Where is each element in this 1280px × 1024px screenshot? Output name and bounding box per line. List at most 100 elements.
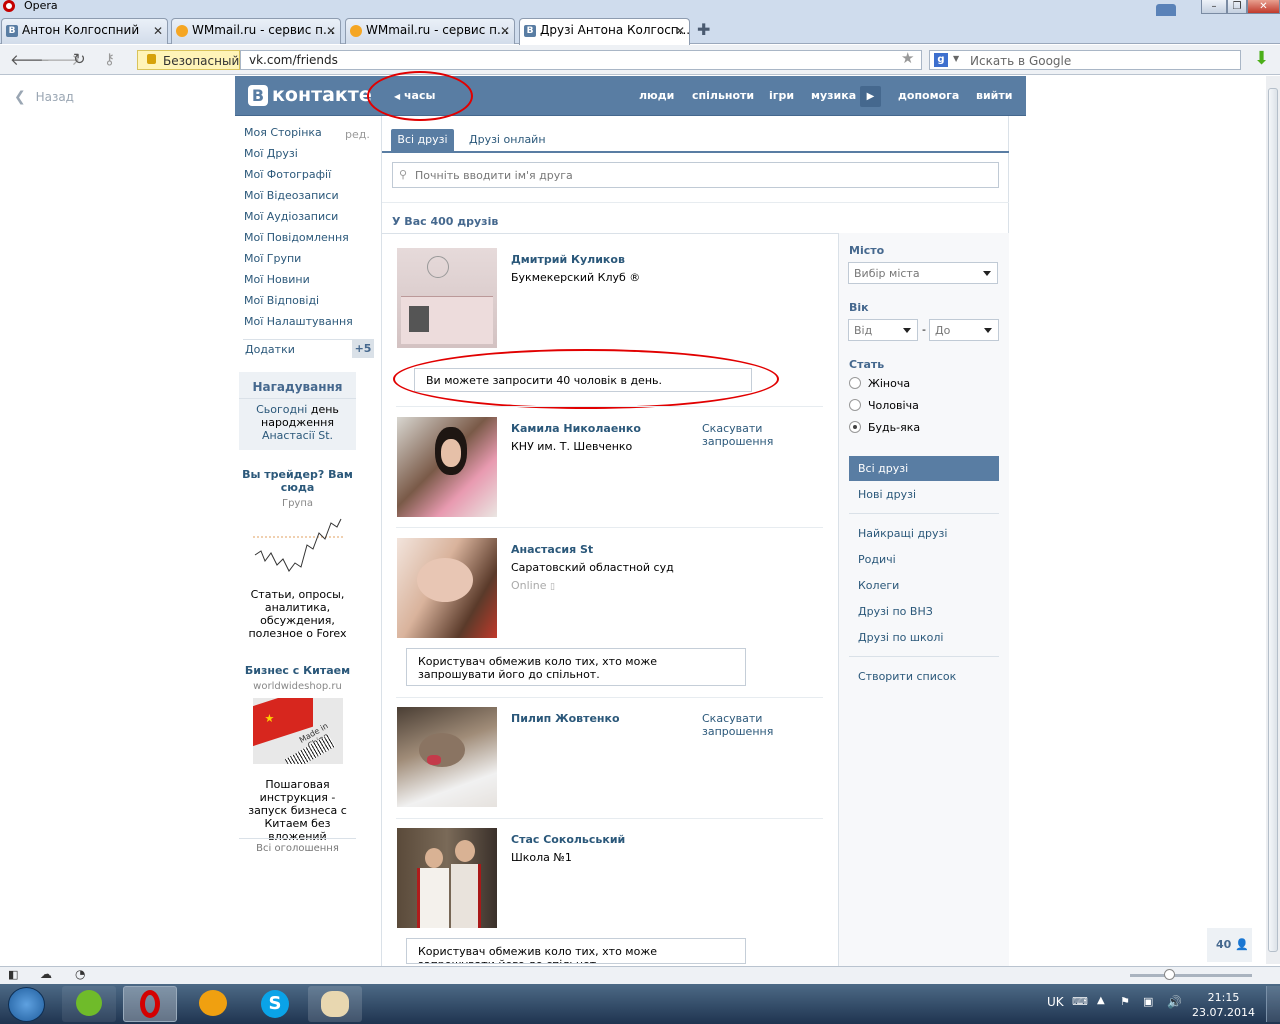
nav-help[interactable]: допомога: [898, 89, 959, 102]
friend-photo[interactable]: [397, 248, 497, 348]
tab-friends-online[interactable]: Друзі онлайн: [469, 129, 546, 151]
tab-0[interactable]: В Антон Колгоспний ✕: [1, 18, 168, 44]
menu-my-friends[interactable]: Мої Друзі: [244, 145, 374, 166]
tray-arrow-icon[interactable]: ▲: [1097, 995, 1105, 1006]
show-desktop-button[interactable]: [1266, 986, 1280, 1022]
list-best-friends[interactable]: Найкращі друзі: [858, 527, 947, 540]
nav-games[interactable]: ігри: [769, 89, 794, 102]
menu-my-answers[interactable]: Мої Відповіді: [244, 292, 374, 313]
opera-logo-icon[interactable]: [3, 0, 15, 12]
age-to-select[interactable]: До: [929, 319, 999, 341]
menu-apps[interactable]: Додатки: [245, 343, 295, 356]
keyboard-icon[interactable]: ⌨: [1072, 995, 1088, 1008]
language-indicator[interactable]: UK: [1047, 995, 1064, 1009]
skype-taskbar-button[interactable]: S: [248, 986, 302, 1022]
reminder-today-link[interactable]: Сьогодні: [256, 403, 307, 416]
close-icon[interactable]: ✕: [500, 24, 510, 38]
tab-all-friends[interactable]: Всі друзі: [391, 129, 454, 151]
close-icon[interactable]: ✕: [326, 24, 336, 38]
panel-toggle-icon[interactable]: ◧: [8, 968, 18, 981]
ad-china-image[interactable]: ★ Made in China: [252, 698, 343, 764]
edit-link[interactable]: ред.: [345, 128, 370, 141]
address-bar[interactable]: vk.com/friends: [240, 50, 922, 70]
list-university[interactable]: Друзі по ВНЗ: [858, 605, 933, 618]
network-icon[interactable]: ▣: [1143, 995, 1153, 1008]
close-window-button[interactable]: ✕: [1247, 0, 1280, 14]
cancel-invite-link[interactable]: Скасувати запрошення: [702, 712, 782, 738]
nav-more-icon[interactable]: ▶: [860, 86, 881, 107]
ad-trader[interactable]: Вы трейдер? Вам сюда Група Статьи, опрос…: [239, 468, 356, 640]
nav-logout[interactable]: вийти: [976, 89, 1012, 102]
ad-title[interactable]: Вы трейдер? Вам сюда: [239, 468, 356, 494]
friend-photo[interactable]: [397, 417, 497, 517]
utorrent-taskbar-button[interactable]: [62, 986, 116, 1022]
friend-name[interactable]: Анастасия St: [511, 543, 593, 556]
ad-china[interactable]: Бизнес с Китаем worldwideshop.ru ★ Made …: [239, 664, 356, 843]
ad-chart-image[interactable]: [252, 515, 343, 581]
friend-name[interactable]: Стас Сокольський: [511, 833, 625, 846]
friend-name[interactable]: Дмитрий Куликов: [511, 253, 625, 266]
ad-body[interactable]: Статьи, опросы, аналитика, обсуждения, п…: [239, 588, 356, 640]
minimize-button[interactable]: –: [1201, 0, 1227, 14]
close-icon[interactable]: ✕: [675, 24, 685, 38]
vk-logo-text[interactable]: контакте: [272, 84, 372, 106]
menu-my-messages[interactable]: Мої Повідомлення: [244, 229, 374, 250]
paint-taskbar-button[interactable]: [308, 986, 362, 1022]
menu-my-videos[interactable]: Мої Відеозаписи: [244, 187, 374, 208]
clock[interactable]: 21:15 23.07.2014: [1192, 990, 1255, 1020]
list-colleagues[interactable]: Колеги: [858, 579, 899, 592]
key-icon[interactable]: ⚷: [104, 50, 115, 68]
people-count-badge[interactable]: 40 👤: [1207, 928, 1252, 962]
close-icon[interactable]: ✕: [153, 24, 163, 38]
volume-icon[interactable]: 🔊: [1167, 995, 1182, 1009]
friend-photo[interactable]: [397, 828, 497, 928]
radio-male[interactable]: [849, 399, 861, 411]
list-new-friends[interactable]: Нові друзі: [858, 488, 916, 501]
friend-name[interactable]: Камила Николаенко: [511, 422, 641, 435]
radio-any[interactable]: [849, 421, 861, 433]
search-engine-dropdown-icon[interactable]: ▼: [953, 54, 959, 63]
nav-music[interactable]: музика: [811, 89, 856, 102]
cancel-invite-link[interactable]: Скасувати запрошення: [702, 422, 782, 448]
bookmark-star-icon[interactable]: ★: [901, 49, 914, 67]
restore-button[interactable]: ❐: [1227, 0, 1247, 14]
download-arrow-icon[interactable]: ⬇: [1254, 49, 1270, 69]
vk-logo-icon[interactable]: В: [248, 85, 268, 106]
age-from-select[interactable]: Від: [848, 319, 918, 341]
list-relatives[interactable]: Родичі: [858, 553, 896, 566]
create-list-link[interactable]: Створити список: [858, 670, 956, 683]
nav-people[interactable]: люди: [639, 89, 674, 102]
friend-search-input[interactable]: Почніть вводити ім'я друга: [392, 162, 999, 188]
menu-my-audio[interactable]: Мої Аудіозаписи: [244, 208, 374, 229]
zoom-slider-knob[interactable]: [1164, 969, 1175, 980]
friend-photo[interactable]: [397, 538, 497, 638]
back-link[interactable]: ❮ Назад: [14, 89, 74, 105]
opera-taskbar-button[interactable]: [123, 986, 177, 1022]
friend-photo[interactable]: [397, 707, 497, 807]
friend-name[interactable]: Пилип Жовтенко: [511, 712, 620, 725]
zoom-slider[interactable]: [1130, 974, 1252, 977]
scrollbar-thumb[interactable]: [1268, 88, 1278, 952]
radio-female[interactable]: [849, 377, 861, 389]
list-all-friends[interactable]: Всі друзі: [849, 456, 999, 481]
menu-my-photos[interactable]: Мої Фотографії: [244, 166, 374, 187]
ad-body[interactable]: Пошаговая инструкция - запуск бизнеса с …: [239, 778, 356, 843]
menu-my-news[interactable]: Мої Новини: [244, 271, 374, 292]
start-button[interactable]: [8, 987, 45, 1022]
tab-2[interactable]: WMmail.ru - сервис п... ✕: [345, 18, 515, 44]
reload-icon[interactable]: ↻: [73, 50, 86, 68]
tab-1[interactable]: WMmail.ru - сервис п... ✕: [171, 18, 341, 44]
all-ads-link[interactable]: Всі оголошення: [239, 843, 356, 854]
search-bar[interactable]: Искать в Google: [929, 50, 1241, 70]
city-select[interactable]: Вибір міста: [848, 262, 998, 284]
cloud-icon[interactable]: ☁: [40, 967, 52, 981]
list-school[interactable]: Друзі по школі: [858, 631, 943, 644]
nav-communities[interactable]: спільноти: [692, 89, 754, 102]
reminder-person-link[interactable]: Анастасії St.: [262, 429, 333, 442]
aimp-taskbar-button[interactable]: [186, 986, 240, 1022]
menu-my-groups[interactable]: Мої Групи: [244, 250, 374, 271]
new-tab-icon[interactable]: ✚: [697, 20, 710, 39]
tab-3-active[interactable]: В Друзі Антона Колгосп... ✕: [519, 18, 690, 45]
google-icon[interactable]: g: [934, 53, 948, 67]
menu-my-settings[interactable]: Мої Налаштування: [244, 313, 374, 334]
